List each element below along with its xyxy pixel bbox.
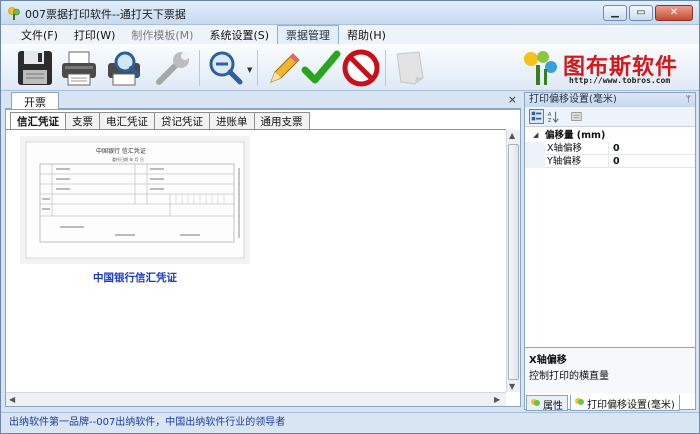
print-offset-icon [575,398,584,405]
menu-print[interactable]: 打印(W) [66,26,123,44]
property-grid: ◢ 偏移量 (mm) X轴偏移 0 Y轴偏移 0 [525,129,695,168]
property-row-x-offset[interactable]: X轴偏移 0 [525,142,695,155]
logo-url: http://www.tobros.com [569,76,671,85]
wrench-icon[interactable] [153,48,193,88]
property-name: Y轴偏移 [545,155,609,168]
menu-system-settings[interactable]: 系统设置(S) [201,26,277,44]
scroll-left-icon[interactable]: ◀ [9,395,15,404]
description-title: X轴偏移 [529,355,567,366]
panel-bottom-tabs: 属性 打印偏移设置(毫米) [524,395,696,412]
print-offset-panel: 打印偏移设置(毫米) ᛘ A Z ◢ 偏移量 (mm) X轴偏移 0 Y轴偏移 … [524,92,696,410]
svg-text:A: A [548,112,552,118]
menu-file[interactable]: 文件(F) [13,26,66,44]
menu-ticket-management[interactable]: 票据管理 [277,24,340,45]
alphabetical-sort-icon[interactable]: A Z [546,109,561,124]
property-value-input[interactable]: 0 [609,142,695,155]
document-tab[interactable]: 开票 [11,92,59,109]
voucher-thumbnail[interactable]: 中国银行 信汇凭证 委托日期 年 月 日 [20,136,250,264]
tab-properties-label: 属性 [543,401,563,412]
printer-icon[interactable] [59,48,99,88]
scroll-up-icon[interactable]: ▲ [509,131,515,140]
vertical-scrollbar[interactable]: ▲ ▼ [506,130,520,392]
property-pages-icon[interactable] [569,109,584,124]
zoom-dropdown-caret[interactable]: ▼ [247,66,252,74]
zoom-icon[interactable] [205,48,245,88]
app-icon [8,7,20,20]
scroll-down-icon[interactable]: ▼ [509,382,515,391]
window-controls: ▁ ▭ ✕ [603,5,693,21]
toolbar-separator [385,50,386,86]
checkmark-icon[interactable] [301,48,341,88]
pin-icon[interactable]: ᛘ [686,93,691,107]
tab-print-offset-label: 打印偏移设置(毫米) [587,400,675,411]
horizontal-scrollbar[interactable]: ◀ ▶ [6,392,506,406]
toolbar-separator [199,50,200,86]
tab-deposit-slip[interactable]: 进账单 [209,112,254,130]
document-content: 信汇凭证 支票 电汇凭证 贷记凭证 进账单 通用支票 中国银行 信汇凭证 委托日… [5,109,521,407]
property-name: X轴偏移 [545,142,609,155]
toolbar-separator [257,50,258,86]
tab-divider [6,129,506,130]
menu-bar: 文件(F) 打印(W) 制作模板(M) 系统设置(S) 票据管理 帮助(H) [1,24,699,45]
tab-print-offset[interactable]: 打印偏移设置(毫米) [570,395,680,411]
toolbar: ▼ 图布斯软件 http://www.tobros.com [1,44,699,91]
tab-remittance-voucher[interactable]: 信汇凭证 [10,112,65,130]
property-category[interactable]: ◢ 偏移量 (mm) [525,129,695,142]
brand-logo: 图布斯软件 http://www.tobros.com [519,47,691,87]
categorized-view-icon[interactable] [529,109,544,124]
app-window: 007票据打印软件--通打天下票据 ▁ ▭ ✕ 文件(F) 打印(W) 制作模板… [0,0,700,434]
description-text: 控制打印的横直量 [529,371,609,382]
menu-help[interactable]: 帮助(H) [339,26,394,44]
maximize-button[interactable]: ▭ [629,5,653,21]
tab-credit-voucher[interactable]: 贷记凭证 [154,112,209,130]
voucher-form-title: 中国银行 信汇凭证 [96,147,146,155]
tab-wire-voucher[interactable]: 电汇凭证 [99,112,154,130]
panel-toolbar: A Z [525,107,695,127]
property-value-input[interactable]: 0 [609,155,695,168]
tab-general-check[interactable]: 通用支票 [253,112,310,130]
print-preview-icon[interactable] [105,48,145,88]
logo-mark-icon [524,51,557,85]
document-tabstrip: 开票 × [5,92,521,109]
voucher-caption[interactable]: 中国银行信汇凭证 [20,270,250,285]
properties-icon [531,399,540,406]
window-title: 007票据打印软件--通打天下票据 [25,8,186,21]
blank-page-icon[interactable] [391,48,431,88]
property-description: X轴偏移 控制打印的横直量 [525,347,695,393]
svg-text:Z: Z [548,118,552,124]
voucher-form-date: 委托日期 年 月 日 [112,156,144,162]
tab-check[interactable]: 支票 [65,112,99,130]
pencil-icon[interactable] [263,48,303,88]
panel-title: 打印偏移设置(毫米) [529,94,617,105]
close-document-icon[interactable]: × [508,93,517,106]
title-bar: 007票据打印软件--通打天下票据 ▁ ▭ ✕ [1,1,699,25]
document-tab-label: 开票 [24,96,46,109]
property-row-y-offset[interactable]: Y轴偏移 0 [525,155,695,168]
category-label: 偏移量 (mm) [545,130,606,141]
row-margin [525,142,545,155]
voucher-type-tabs: 信汇凭证 支票 电汇凭证 贷记凭证 进账单 通用支票 [10,112,310,130]
scroll-right-icon[interactable]: ▶ [494,395,500,404]
save-icon[interactable] [15,48,55,88]
scroll-thumb[interactable] [508,144,519,380]
panel-title-bar: 打印偏移设置(毫米) ᛘ [525,93,695,107]
row-margin [525,155,545,168]
menu-make-template[interactable]: 制作模板(M) [123,26,201,44]
tab-properties[interactable]: 属性 [526,395,568,412]
close-button[interactable]: ✕ [655,5,693,21]
stop-icon[interactable] [341,48,381,88]
collapse-icon[interactable]: ◢ [533,129,538,142]
status-text: 出纳软件第一品牌--007出纳软件，中国出纳软件行业的领导者 [9,417,286,428]
status-bar: 出纳软件第一品牌--007出纳软件，中国出纳软件行业的领导者 [1,412,699,433]
minimize-button[interactable]: ▁ [603,5,627,21]
